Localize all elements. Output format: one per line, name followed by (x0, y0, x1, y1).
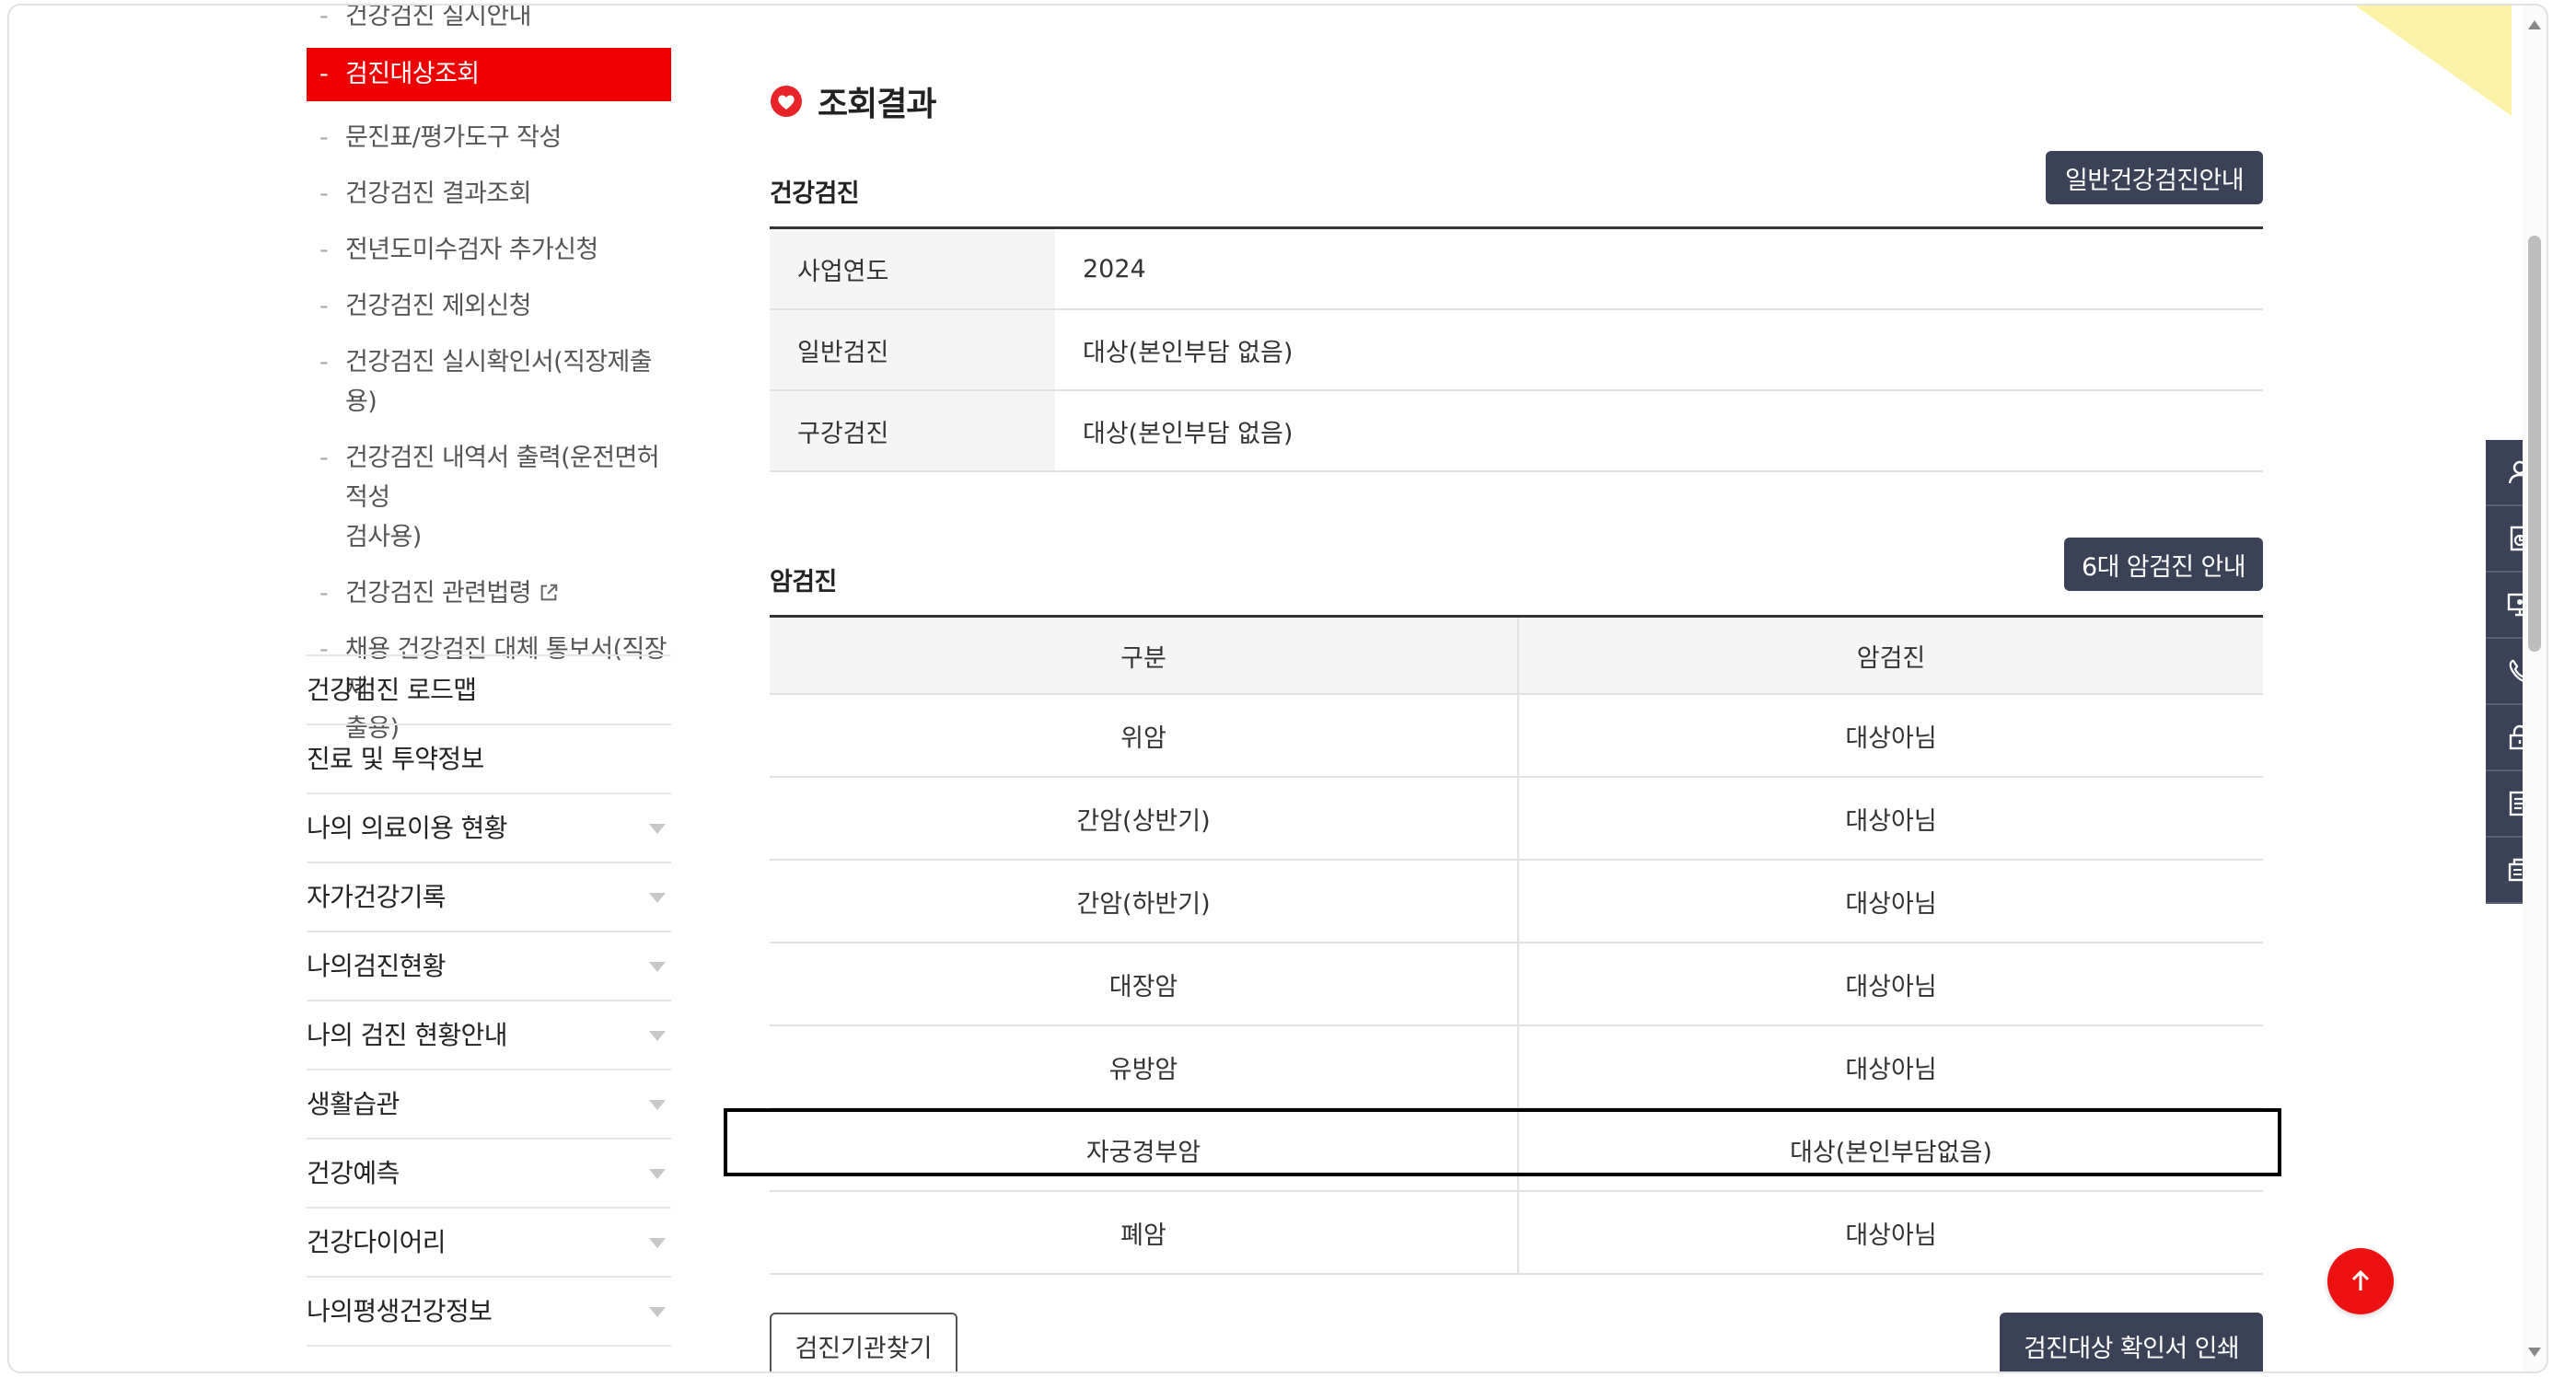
table-row: 간암(상반기) 대상아님 (770, 777, 2263, 861)
sidebar-item-lifestyle[interactable]: 생활습관 (307, 1070, 671, 1140)
chevron-down-icon (649, 1169, 666, 1179)
sidebar-sub-item[interactable]: - 건강검진 실시안내 (307, 6, 671, 33)
sidebar-sub-item[interactable]: - 전년도미수검자 추가신청 (307, 230, 671, 270)
chevron-down-icon (649, 1307, 666, 1317)
table-row: 위암 대상아님 (770, 694, 2263, 778)
table-row: 사업연도 2024 (770, 227, 2263, 310)
sidebar-item-checkup-guide[interactable]: 나의 검진 현황안내 (307, 1001, 671, 1070)
column-header: 암검진 (1518, 616, 2263, 695)
sidebar-submenu: - 건강검진 실시안내 - 검진대상조회 - 문진표/평가도구 작성 - 건강검진 결과… (307, 6, 671, 748)
general-checkup-guide-button[interactable]: 일반건강검진안내 (2046, 151, 2263, 204)
cancer-type: 간암(상반기) (770, 777, 1519, 861)
cancer-status: 대상아님 (1518, 860, 2263, 943)
cancer-status: 대상아님 (1518, 1025, 2263, 1109)
table-row: 구강검진 대상(본인부담 없음) (770, 390, 2263, 472)
cancer-section-title: 암검진 (770, 568, 837, 596)
row-value: 대상(본인부담 없음) (1055, 390, 2263, 472)
table-header-row: 구분 암검진 (770, 616, 2263, 695)
scroll-top-button[interactable] (2327, 1248, 2394, 1314)
cancer-type: 폐암 (770, 1191, 1519, 1275)
sidebar-item-checkup-status[interactable]: 나의검진현황 (307, 932, 671, 1001)
cancer-type: 위암 (770, 694, 1519, 778)
find-institution-button[interactable]: 검진기관찾기 (770, 1313, 957, 1371)
sidebar-item-diary[interactable]: 건강다이어리 (307, 1209, 671, 1278)
arrow-up-icon (2351, 1269, 2370, 1290)
page-title: 조회결과 (818, 86, 936, 123)
table-row: 일반검진 대상(본인부담 없음) (770, 309, 2263, 391)
table-row: 폐암 대상아님 (770, 1191, 2263, 1275)
heart-icon (771, 86, 802, 117)
chevron-down-icon (649, 1100, 666, 1110)
table-row: 간암(하반기) 대상아님 (770, 860, 2263, 943)
sidebar-sub-item[interactable]: - 건강검진 실시확인서(직장제출용) (307, 342, 671, 422)
chevron-down-icon (649, 1238, 666, 1248)
row-highlight-box (724, 1108, 2281, 1176)
cancer-type: 유방암 (770, 1025, 1519, 1109)
scrollbar[interactable] (2523, 6, 2547, 1371)
cancer-status: 대상아님 (1518, 1191, 2263, 1275)
health-section-title: 건강검진 (770, 179, 860, 208)
row-label: 일반검진 (770, 309, 1055, 391)
cancer-status: 대상아님 (1518, 694, 2263, 778)
row-label: 구강검진 (770, 390, 1055, 472)
row-label: 사업연도 (770, 227, 1055, 310)
row-value: 2024 (1055, 227, 2263, 310)
sidebar-item-self-record[interactable]: 자가건강기록 (307, 863, 671, 932)
scroll-up-icon[interactable] (2528, 20, 2541, 29)
cancer-checkup-guide-button[interactable]: 6대 암검진 안내 (2064, 538, 2263, 591)
sidebar-item-prediction[interactable]: 건강예측 (307, 1140, 671, 1209)
cancer-type: 대장암 (770, 943, 1519, 1026)
chevron-down-icon (649, 962, 666, 972)
sidebar-item-medical-use[interactable]: 나의 의료이용 현황 (307, 794, 671, 863)
table-row: 유방암 대상아님 (770, 1025, 2263, 1109)
sidebar-sub-item[interactable]: - 건강검진 제외신청 (307, 286, 671, 326)
sidebar-sub-item-active[interactable]: - 검진대상조회 (307, 48, 671, 101)
sidebar-sub-item[interactable]: - 문진표/평가도구 작성 (307, 118, 671, 157)
external-link-icon (540, 584, 558, 601)
sidebar-main-menu: 건강검진 로드맵 진료 및 투약정보 나의 의료이용 현황 자가건강기록 나의검… (307, 654, 671, 1347)
column-header: 구분 (770, 616, 1519, 695)
sidebar-item-treatment[interactable]: 진료 및 투약정보 (307, 725, 671, 794)
decorative-corner (2355, 6, 2512, 116)
chevron-down-icon (649, 893, 666, 903)
table-row: 대장암 대상아님 (770, 943, 2263, 1026)
cancer-status: 대상아님 (1518, 777, 2263, 861)
sidebar-item-roadmap[interactable]: 건강검진 로드맵 (307, 656, 671, 725)
health-checkup-table: 사업연도 2024 일반검진 대상(본인부담 없음) 구강검진 대상(본인부담 … (770, 226, 2263, 472)
sidebar-sub-item[interactable]: - 건강검진 내역서 출력(운전면허적성 검사용) (307, 438, 671, 557)
print-certificate-button[interactable]: 검진대상 확인서 인쇄 (2000, 1313, 2263, 1371)
cancer-status: 대상아님 (1518, 943, 2263, 1026)
scrollbar-thumb[interactable] (2528, 236, 2541, 652)
scroll-down-icon[interactable] (2528, 1348, 2541, 1357)
sidebar-sub-item[interactable]: - 건강검진 결과조회 (307, 174, 671, 214)
sidebar-sub-item-external[interactable]: - 건강검진 관련법령 (307, 573, 671, 613)
chevron-down-icon (649, 824, 666, 834)
chevron-down-icon (649, 1031, 666, 1041)
row-value: 대상(본인부담 없음) (1055, 309, 2263, 391)
browser-frame: - 건강검진 실시안내 - 검진대상조회 - 문진표/평가도구 작성 - 건강검진 결과… (7, 4, 2548, 1373)
sidebar-item-lifetime-health[interactable]: 나의평생건강정보 (307, 1278, 671, 1347)
cancer-type: 간암(하반기) (770, 860, 1519, 943)
page-heading: 조회결과 (770, 77, 936, 125)
